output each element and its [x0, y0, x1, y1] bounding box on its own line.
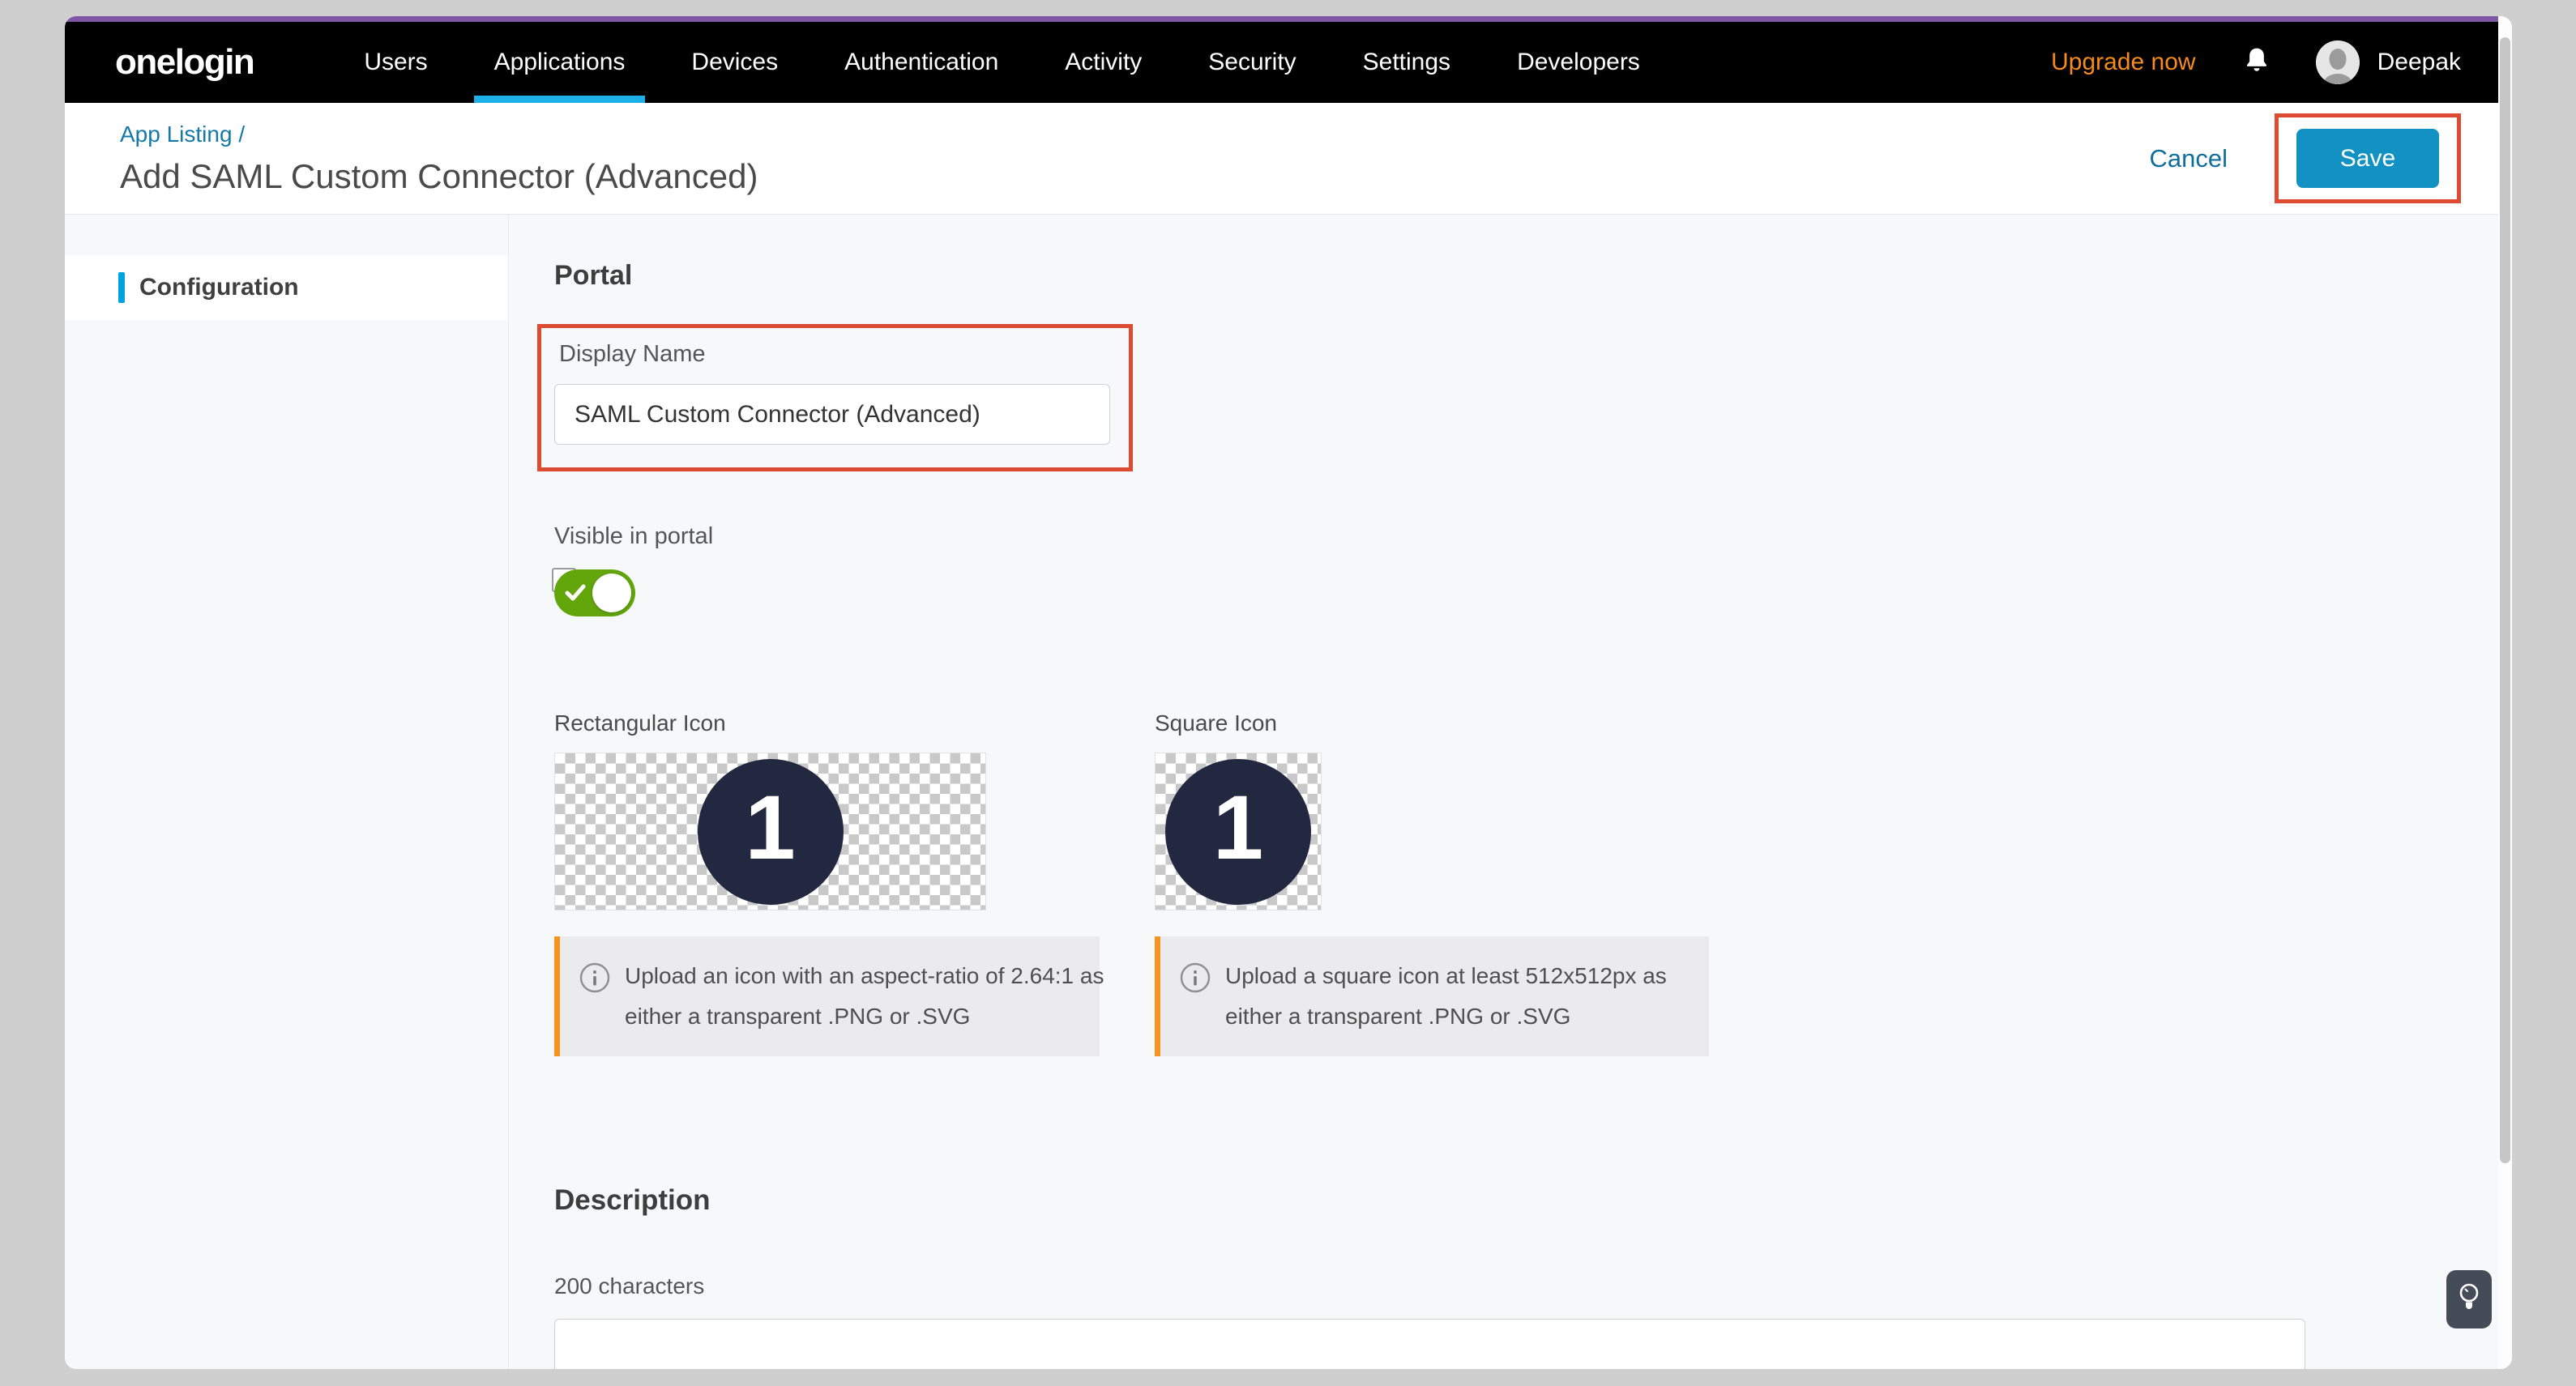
- content-body: Configuration Portal Display Name Visibl…: [65, 215, 2498, 1369]
- onelogin-mark-icon: 1: [1165, 759, 1311, 905]
- character-count-label: 200 characters: [554, 1273, 2498, 1299]
- main-content: Portal Display Name Visible in portal: [509, 215, 2498, 1369]
- page-header: App Listing / Add SAML Custom Connector …: [65, 103, 2498, 215]
- header-title-block: App Listing / Add SAML Custom Connector …: [120, 122, 758, 196]
- top-accent-bar: [65, 16, 2498, 22]
- upload-notes-row: Upload an icon with an aspect-ratio of 2…: [554, 936, 2498, 1056]
- nav-item-users[interactable]: Users: [331, 22, 460, 103]
- info-icon: [1180, 962, 1211, 993]
- display-name-annotation-box: Display Name: [537, 324, 1133, 471]
- page: onelogin Users Applications Devices Auth…: [65, 16, 2498, 1369]
- upgrade-now-link[interactable]: Upgrade now: [2051, 49, 2195, 76]
- rectangular-icon-upload[interactable]: 1: [554, 753, 986, 910]
- sidebar-item-configuration[interactable]: Configuration: [65, 255, 508, 320]
- save-button[interactable]: Save: [2296, 129, 2439, 188]
- nav-item-applications[interactable]: Applications: [461, 22, 659, 103]
- note-text: Upload a square icon at least 512x512px …: [1225, 956, 1667, 1037]
- main-nav: Users Applications Devices Authenticatio…: [331, 22, 1673, 103]
- check-icon: [565, 584, 586, 602]
- top-navbar: onelogin Users Applications Devices Auth…: [65, 22, 2498, 103]
- sidebar: Configuration: [65, 215, 509, 1369]
- description-section-heading: Description: [554, 1184, 2498, 1217]
- user-avatar[interactable]: [2316, 41, 2360, 84]
- page-title: Add SAML Custom Connector (Advanced): [120, 157, 758, 196]
- square-icon-label: Square Icon: [1155, 710, 1322, 736]
- nav-item-authentication[interactable]: Authentication: [811, 22, 1032, 103]
- header-actions: Cancel Save: [2150, 113, 2462, 203]
- rectangular-icon-column: Rectangular Icon 1: [554, 710, 986, 910]
- display-name-input[interactable]: [554, 384, 1110, 445]
- nav-item-activity[interactable]: Activity: [1032, 22, 1175, 103]
- nav-item-security[interactable]: Security: [1175, 22, 1329, 103]
- nav-item-developers[interactable]: Developers: [1484, 22, 1673, 103]
- toggle-knob: [592, 574, 631, 612]
- display-name-label: Display Name: [559, 341, 1113, 368]
- help-lightbulb-button[interactable]: [2446, 1270, 2492, 1328]
- sidebar-item-label: Configuration: [139, 274, 299, 301]
- save-annotation-box: Save: [2275, 113, 2461, 203]
- onelogin-mark-icon: 1: [698, 759, 844, 905]
- nav-item-settings[interactable]: Settings: [1330, 22, 1484, 103]
- lightbulb-icon: [2456, 1282, 2482, 1317]
- description-textarea[interactable]: [554, 1319, 2305, 1369]
- app-window: onelogin Users Applications Devices Auth…: [65, 16, 2512, 1369]
- square-icon-column: Square Icon 1: [1155, 710, 1322, 910]
- user-name[interactable]: Deepak: [2377, 49, 2461, 76]
- nav-item-devices[interactable]: Devices: [658, 22, 811, 103]
- square-icon-upload[interactable]: 1: [1155, 753, 1322, 910]
- cancel-button[interactable]: Cancel: [2150, 144, 2228, 173]
- portal-section-heading: Portal: [554, 260, 2498, 292]
- icon-upload-row: Rectangular Icon 1 Square Icon 1: [554, 710, 2498, 910]
- scrollbar-thumb[interactable]: [2500, 37, 2510, 1163]
- rectangular-icon-note: Upload an icon with an aspect-ratio of 2…: [554, 936, 1100, 1056]
- square-icon-note: Upload a square icon at least 512x512px …: [1155, 936, 1709, 1056]
- scrollbar-track[interactable]: [2498, 16, 2512, 1369]
- onelogin-logo[interactable]: onelogin: [115, 42, 254, 83]
- notifications-bell-icon[interactable]: [2241, 45, 2274, 80]
- info-icon: [579, 962, 610, 993]
- visible-in-portal-label: Visible in portal: [554, 523, 2498, 550]
- visible-in-portal-toggle[interactable]: [554, 569, 635, 616]
- breadcrumb[interactable]: App Listing /: [120, 122, 758, 147]
- nav-right-cluster: Upgrade now: [2051, 41, 2461, 84]
- rectangular-icon-label: Rectangular Icon: [554, 710, 986, 736]
- note-text: Upload an icon with an aspect-ratio of 2…: [625, 956, 1104, 1037]
